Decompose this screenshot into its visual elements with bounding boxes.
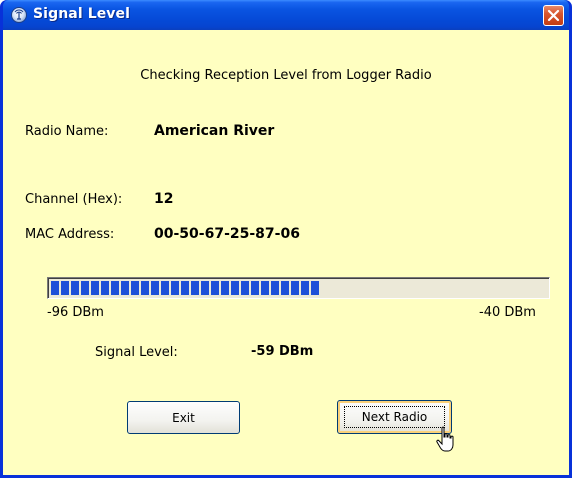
meter-segment (301, 281, 309, 295)
meter-segment (151, 281, 159, 295)
meter-segment (201, 281, 209, 295)
meter-segment (101, 281, 109, 295)
meter-segment (311, 281, 319, 295)
close-icon (547, 9, 560, 22)
meter-segment (291, 281, 299, 295)
window-title: Signal Level (33, 6, 131, 22)
mac-address-value: 00-50-67-25-87-06 (154, 226, 300, 242)
meter-segment (71, 281, 79, 295)
signal-level-value: -59 DBm (251, 344, 314, 359)
meter-min-label: -96 DBm (47, 305, 104, 320)
meter-segment (141, 281, 149, 295)
exit-button-label: Exit (172, 410, 195, 425)
signal-meter (47, 277, 550, 299)
meter-segment (241, 281, 249, 295)
meter-segment (221, 281, 229, 295)
meter-segment (131, 281, 139, 295)
meter-segment (161, 281, 169, 295)
radio-name-value: American River (154, 123, 275, 139)
meter-segment (111, 281, 119, 295)
meter-max-label: -40 DBm (479, 305, 536, 320)
close-button[interactable] (543, 5, 564, 26)
title-bar[interactable]: Signal Level (3, 0, 569, 30)
radio-name-label: Radio Name: (25, 124, 109, 139)
meter-segment (121, 281, 129, 295)
next-radio-button-label: Next Radio (361, 410, 428, 424)
hand-cursor-icon (436, 426, 454, 452)
meter-segment (281, 281, 289, 295)
meter-segment (61, 281, 69, 295)
signal-level-label: Signal Level: (95, 345, 178, 360)
meter-segment (171, 281, 179, 295)
meter-segment (51, 281, 59, 295)
exit-button[interactable]: Exit (127, 401, 240, 434)
meter-segment (181, 281, 189, 295)
signal-meter-fill (51, 281, 319, 295)
channel-value: 12 (154, 191, 174, 207)
meter-segment (91, 281, 99, 295)
radio-tower-icon (11, 7, 27, 23)
dialog-body: Checking Reception Level from Logger Rad… (3, 30, 569, 475)
channel-label: Channel (Hex): (25, 192, 123, 207)
signal-level-window: Signal Level Checking Reception Level fr… (0, 0, 572, 478)
meter-segment (261, 281, 269, 295)
meter-segment (191, 281, 199, 295)
meter-segment (81, 281, 89, 295)
meter-segment (251, 281, 259, 295)
meter-segment (271, 281, 279, 295)
meter-segment (211, 281, 219, 295)
meter-segment (231, 281, 239, 295)
mac-address-label: MAC Address: (25, 227, 115, 242)
dialog-heading: Checking Reception Level from Logger Rad… (140, 68, 432, 83)
